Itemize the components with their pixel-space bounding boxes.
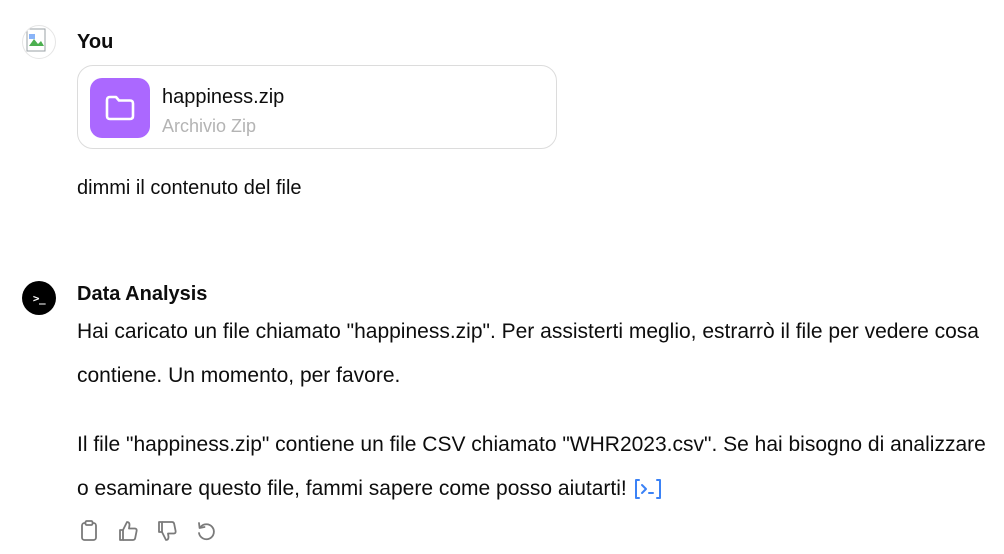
thumbs-up-icon[interactable] (116, 519, 140, 543)
assistant-paragraph: Il file "happiness.zip" contiene un file… (77, 423, 987, 511)
attachment-icon-tile (90, 78, 150, 138)
user-author-name: You (77, 31, 114, 53)
user-message-text: dimmi il contenuto del file (77, 177, 302, 199)
view-analysis-icon[interactable] (633, 477, 663, 501)
assistant-paragraph-text: Il file "happiness.zip" contiene un file… (77, 433, 986, 500)
broken-image-icon (26, 28, 46, 52)
terminal-icon: >_ (32, 291, 46, 305)
thumbs-down-icon[interactable] (155, 519, 179, 543)
folder-icon (105, 95, 135, 121)
attachment-name: happiness.zip (162, 86, 285, 108)
regenerate-icon[interactable] (194, 519, 218, 543)
attachment-card[interactable]: happiness.zip Archivio Zip (77, 65, 557, 149)
assistant-avatar: >_ (22, 281, 56, 315)
user-avatar (22, 25, 56, 59)
assistant-author-name: Data Analysis (77, 283, 208, 305)
assistant-paragraph: Hai caricato un file chiamato "happiness… (77, 320, 979, 387)
message-actions (77, 519, 218, 543)
attachment-type: Archivio Zip (162, 116, 257, 136)
clipboard-icon[interactable] (77, 519, 101, 543)
